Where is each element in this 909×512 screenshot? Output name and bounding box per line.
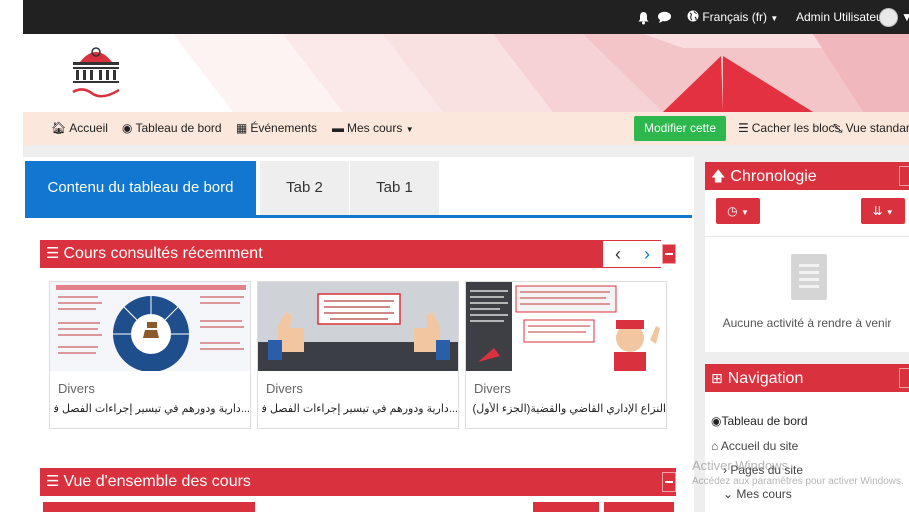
- overview-filter-dropdown[interactable]: [43, 502, 255, 512]
- dashboard-icon: ◉: [711, 414, 722, 428]
- home-icon: ⌂: [711, 439, 719, 453]
- collapse-recent-button[interactable]: [662, 244, 676, 264]
- course-card[interactable]: Divers النزاع الإداري القاضي والقضية(الج…: [465, 281, 667, 429]
- menu-home-label: Accueil: [69, 121, 108, 135]
- course-thumbnail: [258, 282, 458, 371]
- timeline-title: Chronologie: [730, 168, 817, 185]
- nav-item-my-courses[interactable]: ⌄ Mes cours: [723, 487, 792, 501]
- sort-icon: ⇊: [872, 204, 883, 218]
- tab-underline: [25, 215, 692, 218]
- clock-icon: ◷: [727, 204, 738, 218]
- language-label: Français (fr): [702, 10, 768, 24]
- chat-icon[interactable]: [657, 0, 672, 34]
- caret-down-icon: ▼: [405, 125, 414, 134]
- course-thumbnail: [50, 282, 250, 371]
- list-icon: ☰: [46, 473, 60, 490]
- divider: [705, 236, 909, 237]
- hide-blocks-label: Cacher les blocs: [751, 121, 841, 135]
- dashboard-tabs: Contenu du tableau de bord Tab 2 Tab 1: [23, 161, 694, 219]
- calendar-icon: ▦: [236, 121, 248, 135]
- top-navbar: Français (fr) ▼ Admin Utilisateur ▼: [23, 0, 909, 34]
- nav-item-site-home[interactable]: ⌂ Accueil du site: [711, 439, 798, 453]
- timeline-sort-dropdown[interactable]: ⇊ ▼: [861, 198, 905, 224]
- header-banner: [23, 34, 909, 112]
- course-title[interactable]: ...دارية ودورهم في تيسير إجراءات الفصل ف…: [54, 402, 250, 415]
- standard-view-label: Vue standard: [845, 121, 909, 135]
- menu-events[interactable]: ▦ Événements: [236, 112, 317, 145]
- navigation-block: ⊞ Navigation ◉Tableau de bord ⌂ Accueil d…: [705, 364, 909, 512]
- list-icon: ☰: [46, 245, 60, 262]
- edit-page-button[interactable]: Modifier cette page: [634, 116, 726, 160]
- nav-item-label: Tableau de bord: [721, 414, 808, 428]
- caret-down-icon: ▼: [770, 14, 779, 23]
- menu-my-courses-label: Mes cours: [347, 121, 403, 135]
- course-thumbnail: [466, 282, 666, 371]
- home-icon: 🏠︎: [51, 121, 67, 135]
- language-menu[interactable]: Français (fr) ▼: [687, 0, 778, 34]
- compress-icon: ⤡: [833, 121, 843, 135]
- site-logo[interactable]: [63, 40, 129, 106]
- caret-down-icon: ▼: [740, 208, 749, 217]
- dashboard-icon: ◉: [122, 121, 133, 135]
- timeline-filter-dropdown[interactable]: ◷ ▼: [716, 198, 760, 224]
- overview-view-dropdown[interactable]: [604, 502, 674, 512]
- globe-icon: [687, 10, 702, 24]
- timeline-block: 🡅 Chronologie ◷ ▼ ⇊ ▼ Aucune activité à r…: [705, 162, 909, 352]
- arrow-up-icon: 🡅: [711, 168, 726, 184]
- windows-activation-watermark: Activer Windows: [692, 458, 789, 473]
- left-margin: [0, 0, 23, 512]
- nav-item-label: Accueil du site: [720, 439, 799, 453]
- nav-item-dashboard[interactable]: ◉Tableau de bord: [711, 414, 808, 428]
- bell-icon[interactable]: [637, 0, 650, 34]
- overview-sort-dropdown[interactable]: [533, 502, 599, 512]
- course-title[interactable]: النزاع الإداري القاضي والقضية(الجزء الأو…: [470, 402, 666, 415]
- course-card[interactable]: Divers ...دارية ودورهم في تيسير إجراءات …: [49, 281, 251, 429]
- empty-document-icon: [791, 254, 827, 300]
- previous-button[interactable]: ‹: [603, 240, 633, 268]
- tab-2[interactable]: Tab 2: [260, 161, 349, 215]
- recent-courses-title: Cours consultés récemment: [63, 245, 263, 262]
- tab-dashboard-content[interactable]: Contenu du tableau de bord: [25, 161, 256, 215]
- windows-activation-subtext: Accédez aux paramètres pour activer Wind…: [692, 476, 904, 487]
- hide-blocks-icon: ☰: [738, 121, 749, 135]
- caret-down-icon: ▼: [885, 208, 894, 217]
- course-category: Divers: [58, 381, 95, 396]
- banner-decoration: [173, 34, 909, 112]
- menu-dashboard-label: Tableau de bord: [135, 121, 222, 135]
- chevron-down-icon: ⌄: [723, 487, 734, 501]
- next-button[interactable]: ›: [633, 240, 661, 268]
- course-overview-title: Vue d'ensemble des cours: [63, 473, 251, 490]
- sitemap-icon: ⊞: [711, 370, 723, 386]
- main-content: Contenu du tableau de bord Tab 2 Tab 1 ☰…: [23, 157, 694, 512]
- tab-1[interactable]: Tab 1: [350, 161, 439, 215]
- menu-my-courses[interactable]: ▬ Mes cours ▼: [332, 112, 414, 145]
- course-overview-header: ☰ Vue d'ensemble des cours: [40, 468, 676, 496]
- standard-view-button[interactable]: ⤡Vue standard: [833, 112, 909, 145]
- navigation-header: ⊞ Navigation: [705, 364, 909, 392]
- course-category: Divers: [266, 381, 303, 396]
- user-menu-name[interactable]: Admin Utilisateur: [796, 0, 887, 34]
- hide-blocks-button[interactable]: ☰ Cacher les blocs: [738, 112, 840, 145]
- course-card[interactable]: Divers ...دارية ودورهم في تيسير إجراءات …: [257, 281, 459, 429]
- timeline-header: 🡅 Chronologie: [705, 162, 909, 190]
- avatar[interactable]: [879, 8, 898, 27]
- menu-events-label: Événements: [250, 121, 318, 135]
- timeline-empty-text: Aucune activité à rendre à venir: [722, 316, 892, 330]
- navigation-title: Navigation: [727, 370, 804, 387]
- menu-dashboard[interactable]: ◉ Tableau de bord: [122, 112, 222, 145]
- collapse-timeline-button[interactable]: [899, 166, 909, 186]
- course-category: Divers: [474, 381, 511, 396]
- briefcase-icon: ▬: [332, 121, 344, 135]
- nav-item-label: Mes cours: [736, 487, 792, 501]
- collapse-navigation-button[interactable]: [899, 368, 909, 388]
- recent-courses-header: ☰ Cours consultés récemment: [40, 240, 603, 268]
- content-gap: [23, 145, 909, 157]
- menu-home[interactable]: 🏠︎ Accueil: [51, 112, 108, 145]
- collapse-overview-button[interactable]: [662, 472, 676, 492]
- user-caret-down-icon[interactable]: ▼: [901, 0, 909, 34]
- main-menu-bar: 🏠︎ Accueil ◉ Tableau de bord ▦ Événements ▬…: [23, 112, 909, 160]
- course-title[interactable]: ...دارية ودورهم في تيسير إجراءات الفصل ف…: [262, 402, 458, 415]
